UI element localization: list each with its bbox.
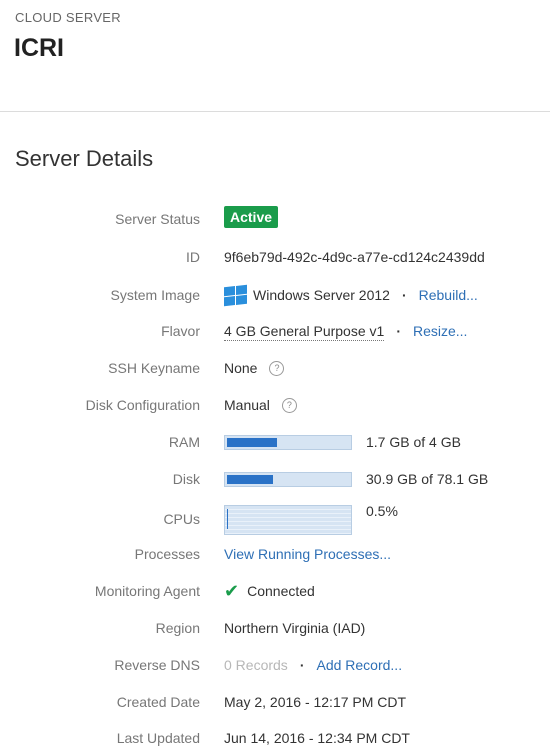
row-ram: RAM 1.7 GB of 4 GB bbox=[0, 429, 550, 455]
ram-usage-bar bbox=[224, 434, 352, 450]
monitoring-agent-value: Connected bbox=[247, 583, 315, 599]
ssh-keyname-value: None bbox=[224, 360, 258, 376]
header-divider bbox=[0, 111, 550, 112]
server-name: ICRI bbox=[14, 34, 64, 62]
row-disk-configuration: Disk Configuration Manual ? bbox=[0, 392, 550, 418]
ssh-keyname-label: SSH Keyname bbox=[108, 360, 200, 376]
section-title: Server Details bbox=[15, 146, 154, 171]
monitoring-agent-label: Monitoring Agent bbox=[94, 583, 200, 599]
row-reverse-dns: Reverse DNS 0 Records · Add Record... bbox=[0, 652, 550, 678]
disk-usage-text: 30.9 GB of 78.1 GB bbox=[366, 471, 489, 487]
cpu-usage-fill bbox=[227, 509, 228, 529]
separator-dot: · bbox=[396, 323, 401, 339]
help-icon[interactable]: ? bbox=[269, 360, 285, 376]
cpu-usage-bar bbox=[224, 505, 352, 535]
row-processes: Processes View Running Processes... bbox=[0, 541, 550, 567]
created-date-value: May 2, 2016 - 12:17 PM CDT bbox=[224, 694, 407, 710]
disk-usage-bar bbox=[224, 471, 352, 487]
row-region: Region Northern Virginia (IAD) bbox=[0, 615, 550, 641]
ram-usage-text: 1.7 GB of 4 GB bbox=[366, 434, 461, 450]
row-server-status: Server Status Active bbox=[0, 206, 550, 232]
separator-dot: · bbox=[401, 287, 407, 303]
separator-dot: · bbox=[299, 657, 305, 673]
region-value: Northern Virginia (IAD) bbox=[224, 620, 366, 636]
ram-label: RAM bbox=[168, 434, 200, 450]
windows-logo-icon bbox=[224, 284, 247, 306]
row-id: ID 9f6eb79d-492c-4d9c-a77e-cd124c2439dd bbox=[0, 244, 550, 270]
row-last-updated: Last Updated Jun 14, 2016 - 12:34 PM CDT bbox=[0, 725, 550, 751]
cpu-usage-text: 0.5% bbox=[366, 503, 398, 519]
help-icon[interactable]: ? bbox=[281, 397, 297, 413]
server-status-label: Server Status bbox=[115, 211, 200, 227]
system-image-value: Windows Server 2012 bbox=[253, 287, 390, 303]
flavor-value[interactable]: 4 GB General Purpose v1 bbox=[224, 322, 385, 341]
row-monitoring-agent: Monitoring Agent ✔ Connected bbox=[0, 578, 550, 604]
row-created-date: Created Date May 2, 2016 - 12:17 PM CDT bbox=[0, 689, 550, 715]
row-system-image: System Image Windows Server 2012 · Rebui… bbox=[0, 282, 550, 308]
id-label: ID bbox=[186, 249, 200, 265]
system-image-label: System Image bbox=[110, 287, 200, 303]
id-value: 9f6eb79d-492c-4d9c-a77e-cd124c2439dd bbox=[224, 249, 485, 265]
last-updated-value: Jun 14, 2016 - 12:34 PM CDT bbox=[224, 730, 410, 746]
disk-configuration-value: Manual bbox=[224, 397, 270, 413]
reverse-dns-value: 0 Records bbox=[224, 657, 288, 673]
last-updated-label: Last Updated bbox=[116, 730, 200, 746]
row-ssh-keyname: SSH Keyname None ? bbox=[0, 355, 550, 381]
flavor-label: Flavor bbox=[161, 323, 200, 339]
created-date-label: Created Date bbox=[116, 694, 200, 710]
cpus-label: CPUs bbox=[163, 511, 200, 527]
status-badge: Active bbox=[224, 206, 279, 228]
view-processes-link[interactable]: View Running Processes... bbox=[224, 541, 391, 567]
region-label: Region bbox=[155, 620, 200, 636]
resize-link[interactable]: Resize... bbox=[413, 318, 467, 344]
rebuild-link[interactable]: Rebuild... bbox=[419, 282, 478, 308]
disk-usage-fill bbox=[227, 474, 273, 484]
row-cpus: CPUs 0.5% bbox=[0, 503, 550, 537]
reverse-dns-label: Reverse DNS bbox=[114, 657, 200, 673]
processes-label: Processes bbox=[134, 546, 200, 562]
add-record-link[interactable]: Add Record... bbox=[316, 652, 402, 678]
disk-configuration-label: Disk Configuration bbox=[85, 397, 200, 413]
row-flavor: Flavor 4 GB General Purpose v1 · Resize.… bbox=[0, 318, 550, 344]
row-disk: Disk 30.9 GB of 78.1 GB bbox=[0, 466, 550, 492]
page-eyebrow: CLOUD SERVER bbox=[15, 10, 121, 25]
ram-usage-fill bbox=[227, 437, 277, 447]
disk-label: Disk bbox=[172, 471, 200, 487]
check-icon: ✔ bbox=[224, 581, 240, 601]
